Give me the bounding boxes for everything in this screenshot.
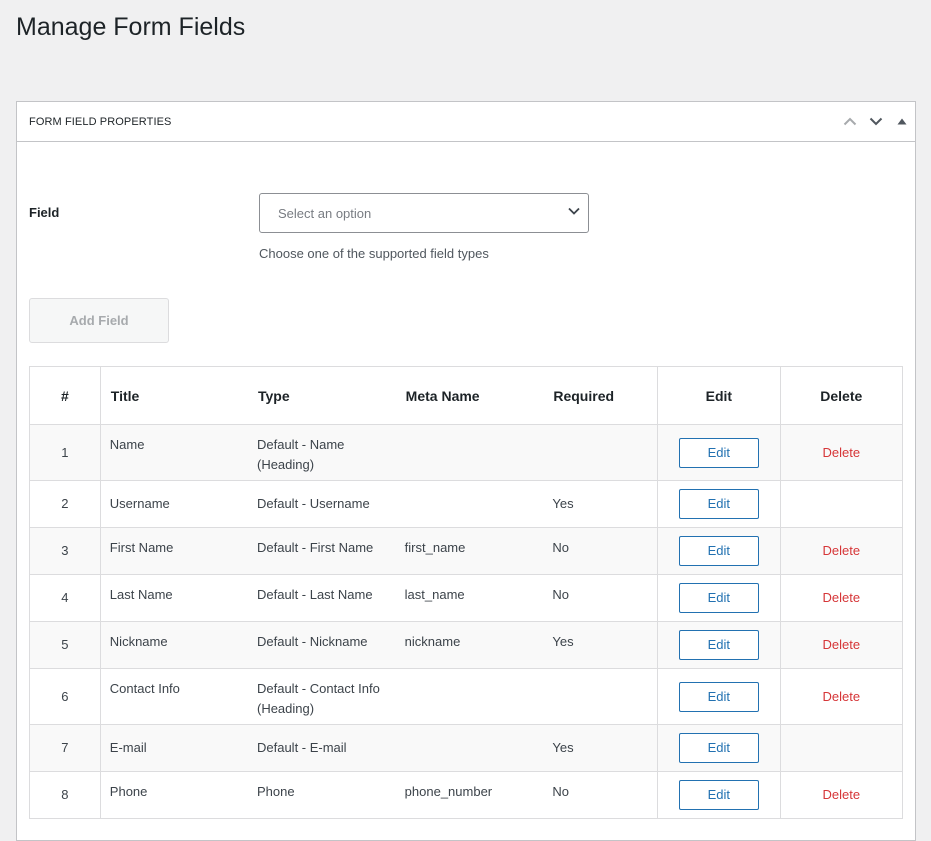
delete-link[interactable]: Delete <box>822 787 860 802</box>
row-title: First Name <box>99 527 248 575</box>
edit-button[interactable]: Edit <box>678 780 759 810</box>
delete-link[interactable]: Delete <box>822 445 860 460</box>
add-field-button[interactable]: Add Field <box>29 298 169 343</box>
field-label: Field <box>29 205 60 220</box>
row-required: No <box>543 527 659 575</box>
row-title: Username <box>99 480 248 528</box>
row-required: Yes <box>543 621 659 669</box>
panel-body: Field Select an option Choose one of the… <box>17 142 915 840</box>
row-meta-name <box>395 724 544 772</box>
row-type: Default - E-mail <box>247 724 396 772</box>
row-required: Yes <box>543 480 659 528</box>
collapse-triangle-icon <box>897 118 907 125</box>
header-number: # <box>29 366 101 425</box>
edit-button[interactable]: Edit <box>678 536 759 566</box>
row-title: Phone <box>99 771 248 819</box>
table-row: 5 Nickname Default - Nickname nickname Y… <box>29 621 904 669</box>
row-meta-name: first_name <box>395 527 544 575</box>
delete-link[interactable]: Delete <box>822 689 860 704</box>
edit-button[interactable]: Edit <box>678 437 759 468</box>
row-type: Default - Name (Heading) <box>247 424 396 481</box>
chevron-down-icon <box>568 207 580 215</box>
table-row: 4 Last Name Default - Last Name last_nam… <box>29 574 904 622</box>
row-title: Last Name <box>99 574 248 622</box>
header-meta-name: Meta Name <box>395 366 544 425</box>
header-delete: Delete <box>779 366 904 425</box>
row-required: No <box>543 771 659 819</box>
row-type: Default - Contact Info (Heading) <box>247 668 396 725</box>
panel-header-actions <box>837 102 915 142</box>
field-description: Choose one of the supported field types <box>259 246 489 261</box>
fields-table: # Title Type Meta Name Required Edit Del… <box>29 366 904 819</box>
row-title: E-mail <box>99 724 248 772</box>
row-number: 2 <box>29 480 101 528</box>
row-required <box>543 424 659 481</box>
row-number: 6 <box>29 668 101 725</box>
panel-title: FORM FIELD PROPERTIES <box>29 115 172 128</box>
row-number: 3 <box>29 527 101 575</box>
edit-button[interactable]: Edit <box>678 681 759 712</box>
page-title: Manage Form Fields <box>16 13 246 41</box>
row-meta-name: phone_number <box>395 771 544 819</box>
row-number: 1 <box>29 424 101 481</box>
row-type: Default - First Name <box>247 527 396 575</box>
row-number: 5 <box>29 621 101 669</box>
table-row: 8 Phone Phone phone_number No Edit Delet… <box>29 771 904 819</box>
table-row: 3 First Name Default - First Name first_… <box>29 527 904 575</box>
header-title: Title <box>99 366 248 425</box>
row-required <box>543 668 659 725</box>
toggle-panel-button[interactable] <box>889 102 915 142</box>
table-row: 7 E-mail Default - E-mail Yes Edit <box>29 724 904 772</box>
row-type: Default - Nickname <box>247 621 396 669</box>
row-title: Nickname <box>99 621 248 669</box>
row-meta-name <box>395 480 544 528</box>
move-down-button[interactable] <box>863 102 889 142</box>
row-meta-name <box>395 424 544 481</box>
edit-button[interactable]: Edit <box>678 489 759 519</box>
edit-button[interactable]: Edit <box>678 583 759 613</box>
field-type-select[interactable]: Select an option <box>259 193 589 233</box>
delete-link[interactable]: Delete <box>822 590 860 605</box>
row-required: No <box>543 574 659 622</box>
row-meta-name: last_name <box>395 574 544 622</box>
edit-button[interactable]: Edit <box>678 630 759 660</box>
row-required: Yes <box>543 724 659 772</box>
row-meta-name <box>395 668 544 725</box>
panel-header: FORM FIELD PROPERTIES <box>17 102 915 142</box>
table-row: 1 Name Default - Name (Heading) Edit Del… <box>29 424 904 481</box>
row-number: 4 <box>29 574 101 622</box>
header-edit: Edit <box>657 366 781 425</box>
table-header-row: # Title Type Meta Name Required Edit Del… <box>29 366 904 425</box>
table-row: 6 Contact Info Default - Contact Info (H… <box>29 668 904 725</box>
row-title: Name <box>99 424 248 481</box>
header-required: Required <box>543 366 659 425</box>
delete-link[interactable]: Delete <box>822 543 860 558</box>
table-row: 2 Username Default - Username Yes Edit <box>29 480 904 528</box>
select-placeholder: Select an option <box>278 205 372 221</box>
chevron-down-icon <box>869 117 883 126</box>
chevron-up-icon <box>843 117 857 126</box>
row-meta-name: nickname <box>395 621 544 669</box>
row-type: Default - Last Name <box>247 574 396 622</box>
row-type: Default - Username <box>247 480 396 528</box>
row-number: 8 <box>29 771 101 819</box>
edit-button[interactable]: Edit <box>678 733 759 763</box>
move-up-button[interactable] <box>837 102 863 142</box>
row-title: Contact Info <box>99 668 248 725</box>
header-type: Type <box>247 366 396 425</box>
row-number: 7 <box>29 724 101 772</box>
delete-link[interactable]: Delete <box>822 637 860 652</box>
form-field-properties-panel: FORM FIELD PROPERTIES Field Select an op… <box>16 101 916 841</box>
row-type: Phone <box>247 771 396 819</box>
